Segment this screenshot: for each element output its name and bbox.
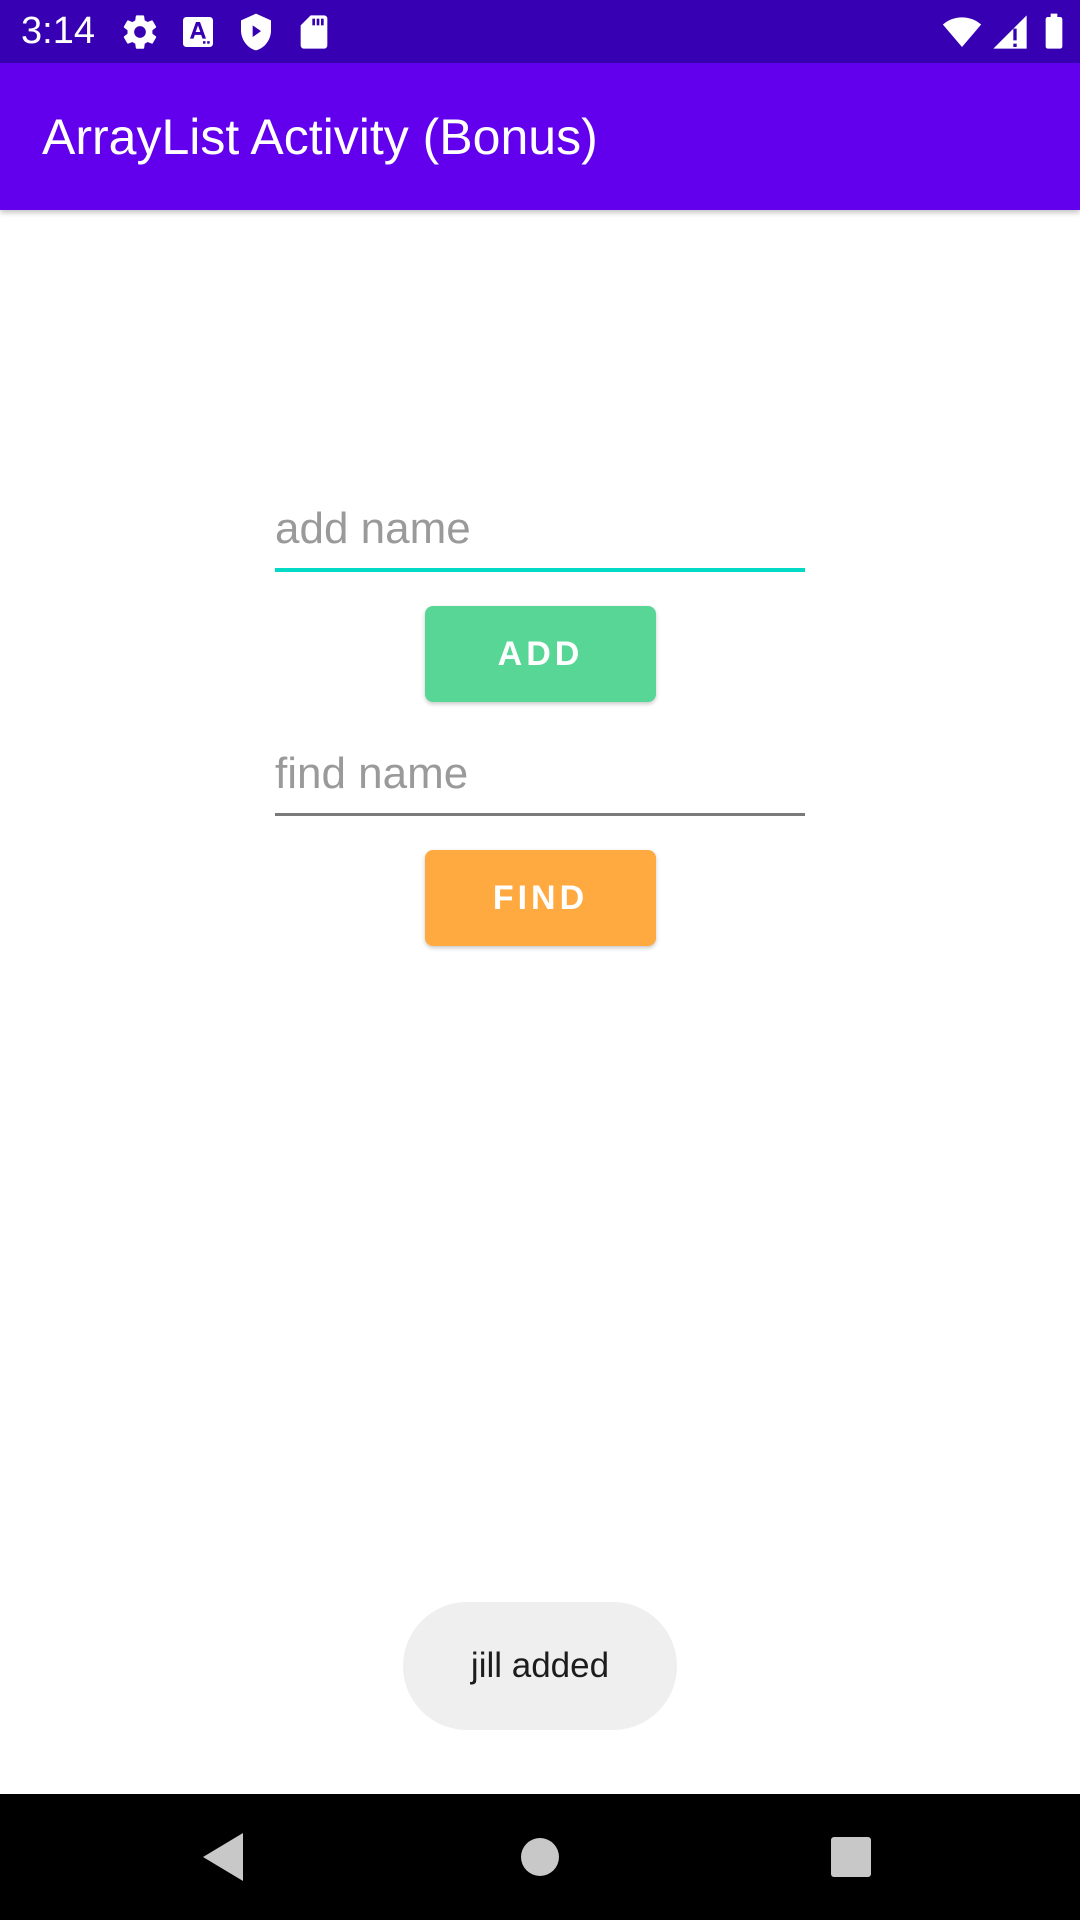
- gear-icon: [120, 12, 160, 52]
- toast: jill added: [403, 1602, 677, 1730]
- cell-signal-icon: [990, 12, 1030, 52]
- add-button[interactable]: ADD: [425, 606, 656, 702]
- screen: 3:14 ArrayList Activity (Bonus) add name…: [0, 0, 1080, 1920]
- recents-icon[interactable]: [821, 1827, 881, 1887]
- home-icon[interactable]: [510, 1827, 570, 1887]
- battery-icon: [1034, 12, 1074, 52]
- sd-card-icon: [294, 12, 334, 52]
- add-name-input[interactable]: [275, 500, 805, 572]
- app-title: ArrayList Activity (Bonus): [42, 109, 598, 165]
- navigation-bar: [0, 1794, 1080, 1920]
- find-name-input[interactable]: [275, 744, 805, 816]
- wifi-icon: [942, 12, 982, 52]
- toast-message: jill added: [470, 1646, 610, 1685]
- status-bar: 3:14: [0, 0, 1080, 63]
- shield-play-icon: [236, 12, 276, 52]
- app-bar: ArrayList Activity (Bonus): [0, 63, 1080, 210]
- back-icon[interactable]: [195, 1827, 255, 1887]
- status-time: 3:14: [21, 10, 95, 52]
- font-a-icon: [178, 12, 218, 52]
- find-button[interactable]: FIND: [425, 850, 656, 946]
